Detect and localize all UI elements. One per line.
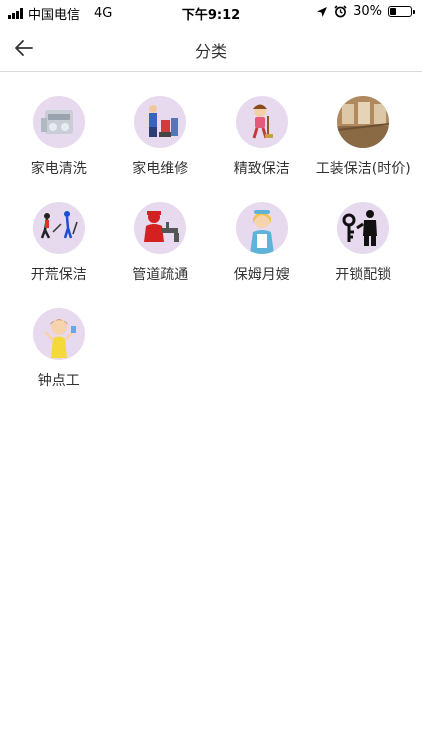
fine-cleaning-icon	[235, 96, 288, 148]
category-label: 家电清洗	[30, 161, 87, 177]
category-item[interactable]: 保姆月嫂	[211, 202, 313, 284]
category-label: 保姆月嫂	[233, 267, 290, 283]
category-item[interactable]: 开荒保洁	[8, 202, 110, 284]
navigation-bar: 分类	[0, 24, 422, 72]
locksmith-icon	[337, 202, 390, 254]
category-label: 开锁配锁	[335, 267, 392, 283]
appliance-cleaning-icon	[32, 96, 85, 148]
category-item[interactable]: 开锁配锁	[313, 202, 415, 284]
category-label: 管道疏通	[132, 267, 189, 283]
page-title: 分类	[194, 42, 227, 61]
battery-icon	[388, 6, 415, 17]
status-bar: 中国电信 4G 下午9:12 30%	[0, 0, 422, 24]
nanny-icon	[235, 202, 288, 254]
category-label: 精致保洁	[233, 161, 290, 177]
hourly-worker-icon	[32, 308, 85, 360]
pipe-dredging-icon	[134, 202, 187, 254]
category-item[interactable]: 家电维修	[110, 96, 212, 178]
category-label: 开荒保洁	[30, 267, 87, 283]
category-item[interactable]: 工装保洁(时价)	[313, 96, 415, 178]
category-label: 家电维修	[132, 161, 189, 177]
battery-percent: 30%	[353, 4, 382, 19]
appliance-repair-icon	[134, 96, 187, 148]
category-item[interactable]: 管道疏通	[110, 202, 212, 284]
status-right: 30%	[316, 4, 415, 19]
category-item[interactable]: 钟点工	[8, 308, 110, 390]
category-grid: 家电清洗 家电维修 精致保洁 工装保洁(时价) 开荒保洁 管道疏通 保姆月嫂 开…	[8, 96, 414, 390]
category-item[interactable]: 精致保洁	[211, 96, 313, 178]
office-cleaning-icon	[337, 96, 390, 148]
category-label: 钟点工	[37, 373, 80, 389]
alarm-clock-icon	[334, 5, 347, 18]
category-label: 工装保洁(时价)	[315, 161, 411, 177]
category-item[interactable]: 家电清洗	[8, 96, 110, 178]
location-arrow-icon	[317, 6, 328, 17]
deep-cleaning-icon	[32, 202, 85, 254]
